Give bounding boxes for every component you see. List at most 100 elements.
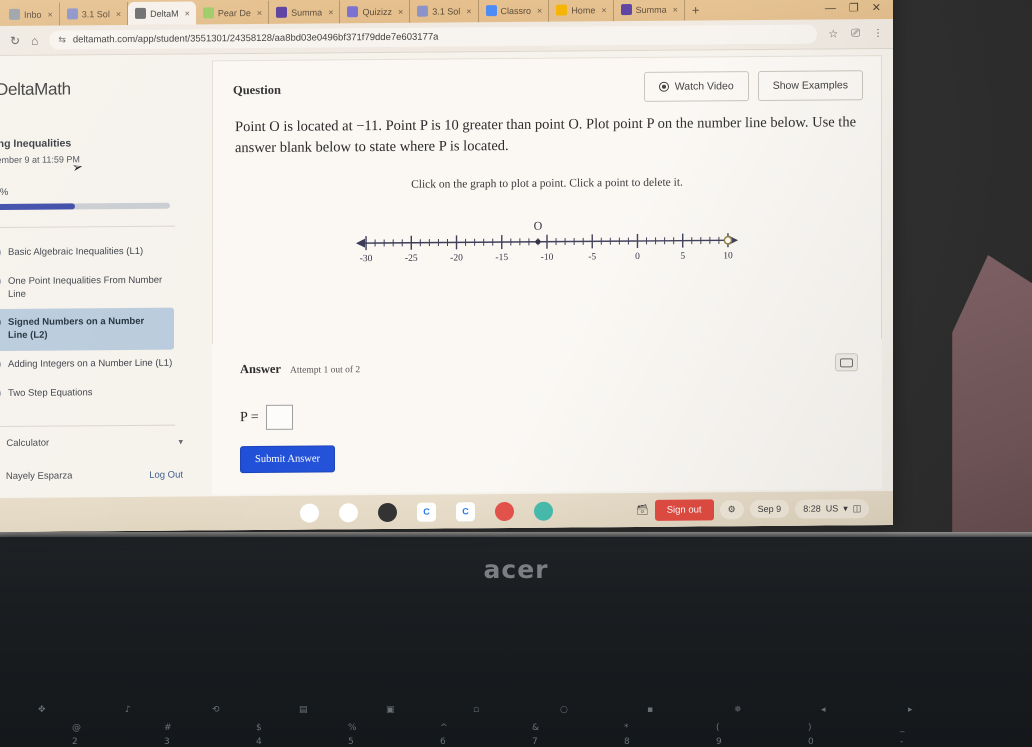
summit-icon — [276, 6, 288, 18]
keyboard-key-legend: ▣ — [386, 705, 395, 715]
browser-tab[interactable]: Home × — [549, 0, 614, 22]
tab-label: 3.1 Sol — [81, 8, 110, 19]
number-line-tick-label: -20 — [450, 254, 463, 264]
show-examples-button[interactable]: Show Examples — [757, 70, 863, 102]
keyboard-key-legend: @ — [72, 723, 81, 733]
files-icon[interactable]: 🗃 — [636, 504, 649, 515]
browser-window: Inbo × 3.1 Sol × DeltaM × Pear De × Summa × Quiziz… — [0, 0, 893, 532]
progress-bar-track — [0, 202, 170, 211]
keyboard-icon[interactable] — [835, 353, 858, 372]
camera-icon[interactable] — [339, 502, 358, 522]
reload-icon[interactable]: ↻ — [10, 33, 20, 47]
number-line-tick-label: -30 — [360, 254, 373, 263]
browser-tab[interactable]: Inbo × — [2, 2, 60, 26]
clock-icon — [417, 5, 429, 17]
address-bar[interactable]: ⇆ deltamath.com/app/student/3551301/2435… — [49, 24, 818, 50]
keyboard-key-legend: ( — [716, 723, 720, 733]
question-actions: Watch Video Show Examples — [643, 70, 863, 102]
sidebar-item-calculator[interactable]: ▤ Calculator ▾ — [0, 425, 187, 460]
sidebar-item[interactable]: Adding Integers on a Number Line (L1) — [0, 350, 187, 380]
browser-tab[interactable]: Summa × — [269, 0, 341, 24]
minimize-button[interactable]: — — [825, 2, 836, 14]
watch-video-label: Watch Video — [674, 80, 734, 93]
browser-tab[interactable]: 3.1 Sol × — [410, 0, 479, 23]
browser-tab[interactable]: Quizizz × — [340, 0, 411, 24]
browser-tab[interactable]: Classro × — [478, 0, 550, 23]
tab-close-icon[interactable]: × — [116, 9, 121, 19]
kebab-menu-icon[interactable]: ⋮ — [873, 28, 883, 39]
window-controls: — ❐ ✕ — [825, 1, 893, 20]
keyboard-key-legend: ✵ — [734, 705, 742, 715]
adobe-icon[interactable] — [378, 502, 397, 522]
tab-share-icon[interactable]: ⎚ — [851, 27, 860, 40]
status-dot-icon — [0, 388, 1, 398]
mail-icon — [9, 8, 20, 20]
browser-tab[interactable]: 3.1 Sol × — [59, 1, 129, 26]
watch-video-button[interactable]: Watch Video — [643, 71, 749, 102]
question-text: Point O is located at −11. Point P is 10… — [235, 114, 857, 156]
plotted-point[interactable] — [723, 236, 733, 245]
number-line-svg[interactable]: -30 -25 -20 -15 -10 -5 0 5 10 O — [347, 210, 747, 263]
deltamath-icon — [135, 7, 147, 19]
chrome-icon[interactable] — [300, 502, 319, 523]
keyboard-key-legend: & — [532, 723, 540, 733]
status-tray[interactable]: 8:28 US ▾ ◫ — [795, 498, 870, 519]
gear-icon[interactable]: ⚙ — [719, 499, 744, 519]
new-tab-button[interactable]: + — [685, 2, 709, 20]
keyboard-key-legend: 9 — [716, 737, 722, 747]
sidebar-item[interactable]: Basic Algebraic Inequalities (L1) — [0, 238, 187, 268]
tab-close-icon[interactable]: × — [601, 5, 606, 15]
tab-close-icon[interactable]: × — [537, 5, 542, 15]
status-dot-icon — [0, 360, 1, 370]
clever-icon[interactable]: C — [456, 501, 475, 521]
browser-tab[interactable]: Pear De × — [195, 0, 270, 25]
show-examples-label: Show Examples — [772, 79, 848, 92]
plot-instruction-text: Click on the graph to plot a point. Clic… — [411, 176, 683, 191]
sign-out-button[interactable]: Sign out — [654, 498, 714, 521]
sidebar-item[interactable]: Signed Numbers on a Number Line (L2) — [0, 308, 174, 352]
keyboard-key-legend: ▪ — [647, 705, 654, 715]
keyboard-key-legend: ○ — [560, 705, 568, 715]
tab-close-icon[interactable]: × — [673, 4, 678, 14]
paint-icon[interactable] — [495, 501, 514, 521]
site-settings-icon[interactable]: ⇆ — [58, 34, 66, 45]
keyboard-key-legend: 3 — [164, 737, 170, 747]
chevron-down-icon[interactable]: ▾ — [178, 436, 183, 447]
progress-bar-fill — [0, 203, 75, 211]
plotted-point[interactable] — [535, 239, 541, 245]
screencast-icon[interactable] — [534, 501, 553, 521]
tab-close-icon[interactable]: × — [185, 8, 190, 18]
acer-brand-logo: acer — [483, 555, 549, 584]
wifi-icon: ▾ — [843, 502, 848, 513]
clever-icon[interactable]: C — [417, 502, 436, 522]
answer-variable-label: P = — [240, 409, 259, 425]
tab-close-icon[interactable]: × — [328, 7, 333, 17]
number-line-tick-label: -5 — [588, 252, 596, 262]
answer-input[interactable] — [265, 404, 293, 430]
shelf-status-tray: 🗃 Sign out ⚙ Sep 9 8:28 US ▾ ◫ — [636, 498, 870, 521]
number-line-tick-label: -10 — [541, 253, 554, 263]
sidebar-item[interactable]: Two Step Equations — [0, 378, 187, 408]
submit-answer-button[interactable]: Submit Answer — [240, 445, 336, 474]
keyboard-key-legend: # — [164, 723, 172, 733]
keyboard-key-legend: $ — [256, 723, 262, 733]
clock-icon — [66, 8, 78, 20]
sidebar-item[interactable]: One Point Inequalities From Number Line — [0, 266, 187, 309]
date-label[interactable]: Sep 9 — [749, 499, 790, 519]
tab-close-icon[interactable]: × — [48, 9, 53, 19]
bookmark-star-icon[interactable]: ☆ — [828, 27, 838, 40]
keyboard-key-legend: ^ — [440, 723, 448, 733]
tab-close-icon[interactable]: × — [466, 6, 471, 16]
tab-close-icon[interactable]: × — [398, 6, 403, 16]
home-icon[interactable]: ⌂ — [31, 33, 38, 47]
keyboard-key-legend: ▫ — [473, 705, 480, 715]
number-line-graph[interactable]: -30 -25 -20 -15 -10 -5 0 5 10 O — [347, 210, 747, 263]
browser-tab[interactable]: Summa × — [613, 0, 685, 22]
keyboard-key-legend: ▸ — [908, 705, 913, 715]
log-out-button[interactable]: Log Out — [149, 469, 183, 480]
maximize-button[interactable]: ❐ — [849, 1, 859, 14]
close-window-button[interactable]: ✕ — [872, 1, 881, 14]
tab-close-icon[interactable]: × — [257, 7, 262, 17]
home-icon — [556, 4, 568, 16]
browser-tab[interactable]: DeltaM × — [128, 1, 196, 25]
